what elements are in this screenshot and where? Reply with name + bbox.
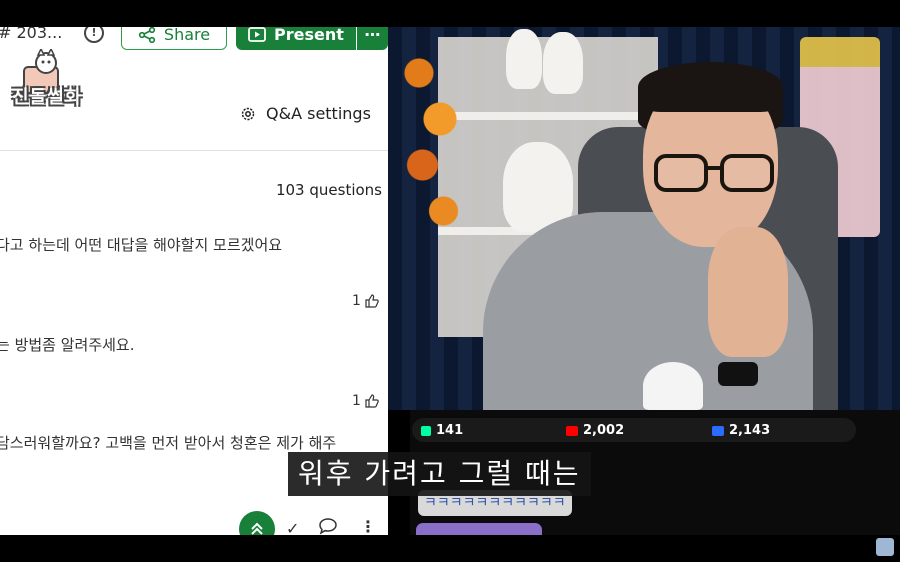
like-count: 1 bbox=[352, 393, 361, 409]
glasses bbox=[654, 154, 774, 192]
letterbox-bottom bbox=[0, 535, 900, 562]
share-icon bbox=[138, 27, 156, 43]
present-button[interactable]: Present bbox=[236, 27, 356, 50]
gear-icon bbox=[241, 107, 255, 120]
question-like-button[interactable]: 1 bbox=[352, 393, 379, 409]
thumbs-up-icon bbox=[365, 394, 379, 408]
share-label: Share bbox=[163, 27, 211, 44]
mark-answered-check-icon[interactable]: ✓ bbox=[286, 519, 299, 535]
chzzk-viewers: 141 bbox=[421, 423, 463, 438]
smartwatch bbox=[718, 362, 758, 386]
question-text[interactable]: 담스러워할까요? 고백을 먼저 받아서 청혼은 제가 해주 bbox=[0, 432, 336, 453]
question-text[interactable]: 는 방법좀 알려주세요. bbox=[0, 334, 135, 355]
scroll-up-button[interactable] bbox=[239, 511, 275, 535]
question-text[interactable]: 다고 하는데 어떤 대답을 해야할지 모르겠어요 bbox=[0, 234, 282, 255]
soop-viewer-count: 2,143 bbox=[729, 423, 771, 438]
youtube-viewers: 2,002 bbox=[566, 423, 624, 438]
youtube-icon bbox=[566, 425, 578, 436]
letterbox-top bbox=[0, 0, 900, 27]
webcam-video bbox=[388, 27, 900, 410]
question-count: 103 questions bbox=[275, 181, 382, 199]
double-chevron-up-icon bbox=[251, 522, 263, 535]
channel-logo-text: 진돌썰화 bbox=[12, 87, 83, 108]
present-label: Present bbox=[274, 27, 344, 44]
streamer-hair-top bbox=[638, 62, 783, 112]
chzzk-viewer-count: 141 bbox=[436, 423, 464, 438]
reply-bubble-icon[interactable] bbox=[318, 517, 338, 535]
question-like-button[interactable]: 1 bbox=[352, 293, 379, 309]
present-options-button[interactable]: ⋯ bbox=[357, 27, 388, 50]
soop-viewers: 2,143 bbox=[712, 423, 770, 438]
chzzk-icon bbox=[421, 425, 431, 436]
white-cat-figure bbox=[506, 29, 542, 89]
viewer-stats-bar bbox=[412, 418, 856, 442]
subtitle-caption: 워후 가려고 그럴 때는 bbox=[288, 452, 591, 496]
like-count: 1 bbox=[352, 293, 361, 309]
streamer-hand bbox=[708, 227, 788, 357]
qa-settings-button[interactable]: Q&A settings bbox=[240, 104, 371, 123]
white-cat-figure bbox=[543, 32, 583, 94]
shelf-board bbox=[438, 112, 658, 120]
channel-watermark-icon bbox=[876, 538, 894, 556]
share-button[interactable]: Share bbox=[121, 27, 227, 50]
youtube-viewer-count: 2,002 bbox=[583, 423, 625, 438]
more-vertical-icon[interactable]: ⋮ bbox=[360, 517, 376, 535]
qa-settings-label: Q&A settings bbox=[266, 104, 371, 123]
soop-icon bbox=[712, 425, 724, 436]
info-alert-icon[interactable]: ! bbox=[84, 27, 104, 43]
hoodie-mascot-print bbox=[643, 362, 703, 410]
autumn-leaves-decoration bbox=[398, 27, 468, 257]
present-icon bbox=[248, 27, 266, 42]
presentation-title[interactable]: # 203... bbox=[0, 27, 62, 42]
divider bbox=[0, 150, 388, 151]
thumbs-up-icon bbox=[365, 294, 379, 308]
